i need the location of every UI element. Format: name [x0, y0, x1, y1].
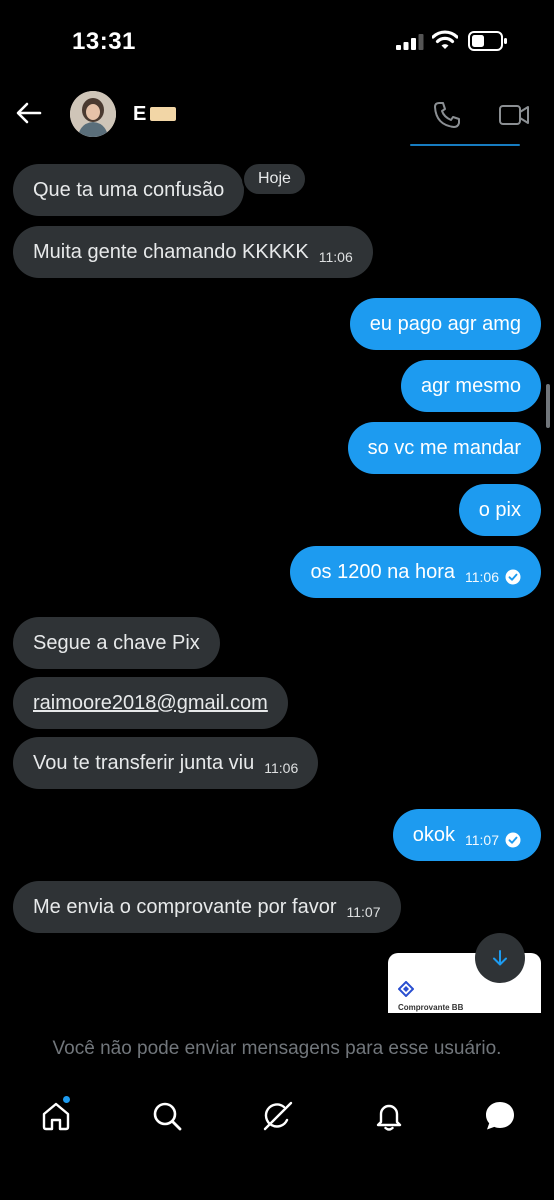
wifi-icon [432, 30, 458, 49]
restricted-notice: Você não pode enviar mensagens para esse… [52, 1038, 502, 1059]
message-bubble-outgoing[interactable]: o pix [458, 484, 541, 536]
message-text: Me envia o comprovante por favor [33, 895, 337, 918]
message-bubble-incoming[interactable]: Segue a chave Pix [13, 617, 220, 669]
nav-grok[interactable] [260, 1098, 296, 1134]
battery-icon [468, 31, 507, 51]
video-call-icon[interactable] [498, 101, 530, 129]
message-bubble-incoming[interactable]: Que ta uma confusão [13, 164, 245, 216]
message-time: 11:06 [264, 760, 299, 776]
message-time: 11:07 [465, 832, 499, 848]
nav-messages[interactable] [482, 1098, 518, 1134]
read-check-icon [505, 832, 521, 848]
nav-notifications[interactable] [371, 1098, 407, 1134]
scroll-to-bottom-button[interactable] [475, 933, 525, 983]
email-link[interactable]: raimoore2018@gmail.com [33, 692, 268, 715]
avatar[interactable] [70, 91, 116, 137]
message-text: Vou te transferir junta viu [33, 751, 255, 774]
cellular-signal-icon [396, 34, 424, 50]
message-text: agr mesmo [420, 374, 521, 397]
message-bubble-incoming[interactable]: Me envia o comprovante por favor 11:07 [13, 881, 401, 933]
message-bubble-outgoing[interactable]: os 1200 na hora 11:06 [290, 546, 541, 598]
message-time: 11:06 [465, 569, 499, 585]
bank-logo-icon [398, 981, 414, 997]
attachment-label: Comprovante BB [398, 1003, 464, 1012]
scrollbar[interactable] [546, 384, 550, 428]
message-time: 11:07 [346, 904, 381, 920]
header-divider [410, 144, 520, 146]
day-separator: Hoje [242, 162, 307, 196]
back-arrow-icon[interactable] [14, 98, 44, 128]
message-text: o pix [478, 498, 521, 521]
message-bubble-incoming[interactable]: raimoore2018@gmail.com [13, 677, 288, 729]
message-text: Muita gente chamando KKKKK [33, 240, 309, 263]
search-icon [153, 1102, 182, 1131]
name-badge [150, 107, 176, 121]
message-text: Que ta uma confusão [33, 178, 225, 201]
message-time: 11:06 [318, 249, 353, 265]
message-text: os 1200 na hora [310, 560, 455, 583]
message-text: so vc me mandar [367, 436, 521, 459]
read-check-icon [505, 569, 521, 585]
home-icon [42, 1102, 70, 1131]
messages-icon [486, 1102, 514, 1130]
message-bubble-incoming[interactable]: Muita gente chamando KKKKK 11:06 [13, 226, 373, 278]
message-bubble-outgoing[interactable]: okok 11:07 [392, 809, 541, 861]
notifications-icon [376, 1104, 402, 1131]
message-text: eu pago agr amg [369, 312, 521, 335]
unread-dot [62, 1095, 71, 1104]
message-bubble-outgoing[interactable]: agr mesmo [400, 360, 541, 412]
message-text: okok [412, 823, 455, 846]
phone-call-icon[interactable] [432, 100, 462, 130]
contact-name[interactable]: E [133, 103, 146, 126]
message-bubble-outgoing[interactable]: so vc me mandar [347, 422, 541, 474]
message-bubble-outgoing[interactable]: eu pago agr amg [349, 298, 541, 350]
arrow-down-icon [493, 950, 507, 966]
message-text: Segue a chave Pix [33, 631, 200, 654]
nav-search[interactable] [149, 1098, 185, 1134]
grok-icon [263, 1101, 293, 1131]
status-time: 13:31 [72, 28, 136, 55]
message-bubble-incoming[interactable]: Vou te transferir junta viu 11:06 [13, 737, 319, 789]
